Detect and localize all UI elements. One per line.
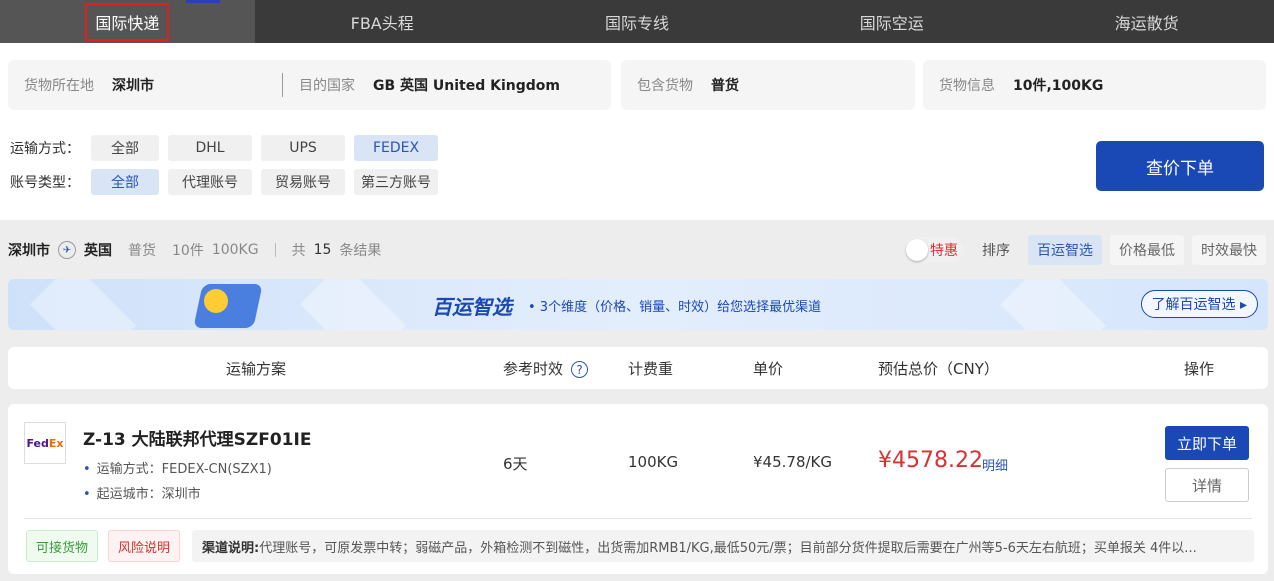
goods-panel[interactable]: 包含货物 普货 xyxy=(621,60,915,110)
destination-label: 目的国家 xyxy=(299,78,355,94)
transport-option-fedex[interactable]: FEDEX xyxy=(354,135,438,161)
query-order-button[interactable]: 查价下单 xyxy=(1096,141,1264,191)
learn-more-button[interactable]: 了解百运智选 ▸ xyxy=(1140,290,1258,318)
fedex-logo: Fed Ex xyxy=(24,422,66,464)
tab-fba[interactable]: FBA头程 xyxy=(255,0,510,43)
tab-international-line[interactable]: 国际专线 xyxy=(510,0,765,43)
tab-label: 国际快递 xyxy=(85,2,170,41)
col-total-price: 预估总价（CNY） xyxy=(878,360,999,378)
summary-pieces: 10件 xyxy=(172,243,204,259)
origin-label: 货物所在地 xyxy=(24,78,94,94)
goods-label: 包含货物 xyxy=(637,78,693,94)
divider xyxy=(24,518,1252,519)
transport-mode-text: 运输方式：FEDEX-CN(SZX1) xyxy=(96,462,272,477)
departure-city: • 起运城市：深圳市 xyxy=(83,487,201,502)
divider xyxy=(274,243,276,257)
discount-toggle[interactable]: 特惠 xyxy=(904,237,964,263)
transport-option-ups[interactable]: UPS xyxy=(261,135,345,161)
summary-total-prefix: 共 xyxy=(291,243,306,259)
tab-label: 国际专线 xyxy=(604,13,669,33)
sort-label: 排序 xyxy=(982,243,1010,259)
summary-from: 深圳市 xyxy=(8,243,50,259)
channel-note-label: 渠道说明: xyxy=(202,540,260,556)
tab-label: FBA头程 xyxy=(350,13,414,33)
channel-note: 渠道说明: 代理账号，可原发票中转；弱磁产品，外箱检测不到磁性，出货需加RMB1… xyxy=(192,530,1254,562)
goods-value: 普货 xyxy=(711,78,739,94)
summary-total: 15 xyxy=(313,242,332,258)
result-row: Fed Ex Z-13 大陆联邦代理SZF01IE • 运输方式：FEDEX-CN(… xyxy=(8,404,1268,574)
channel-note-text: 代理账号，可原发票中转；弱磁产品，外箱检测不到磁性，出货需加RMB1/KG,最低… xyxy=(259,540,1197,556)
summary-goods: 普货 xyxy=(128,243,156,259)
summary-to: 英国 xyxy=(84,243,112,259)
coin-icon xyxy=(204,289,228,313)
col-unit-price: 单价 xyxy=(753,360,784,378)
result-summary: 深圳市 ✈ 英国 普货 10件 100KG 共 15 条结果 xyxy=(8,237,381,263)
route-panel[interactable]: 货物所在地 深圳市 目的国家 GB 英国 United Kingdom xyxy=(8,60,611,110)
tab-indicator xyxy=(186,0,220,3)
tab-sea-freight[interactable]: 海运散货 xyxy=(1019,0,1274,43)
decoration xyxy=(999,279,1107,330)
decoration xyxy=(29,279,137,330)
price-detail-link[interactable]: 明细 xyxy=(982,455,1008,474)
accepted-goods-tag[interactable]: 可接货物 xyxy=(26,530,99,562)
account-label: 账号类型： xyxy=(10,175,80,191)
total-price: ¥4578.22 xyxy=(878,448,983,473)
summary-weight: 100KG xyxy=(211,242,259,258)
account-option-trade[interactable]: 贸易账号 xyxy=(261,169,345,195)
departure-city-text: 起运城市：深圳市 xyxy=(96,487,201,502)
plane-icon: ✈ xyxy=(58,241,76,259)
sort-smart[interactable]: 百运智选 xyxy=(1028,235,1102,265)
risk-note-tag[interactable]: 风险说明 xyxy=(108,530,181,562)
decoration xyxy=(299,279,407,330)
tab-international-express[interactable]: 国际快递 xyxy=(0,0,255,43)
col-time-label: 参考时效 xyxy=(503,360,564,378)
table-header: 运输方案 参考时效? 计费重 单价 预估总价（CNY） 操作 xyxy=(8,347,1268,389)
smart-select-banner: 百运智选 • 3个维度（价格、销量、时效）给您选择最优渠道 了解百运智选 ▸ xyxy=(8,279,1268,330)
summary-total-suffix: 条结果 xyxy=(339,243,382,259)
tab-air-freight[interactable]: 国际空运 xyxy=(764,0,1019,43)
account-filter: 账号类型： 全部 代理账号 贸易账号 第三方账号 xyxy=(10,169,447,195)
tab-label: 海运散货 xyxy=(1114,13,1179,33)
route-title: Z-13 大陆联邦代理SZF01IE xyxy=(83,430,312,450)
transport-option-dhl[interactable]: DHL xyxy=(168,135,252,161)
destination-value: GB 英国 United Kingdom xyxy=(373,78,560,94)
cargo-label: 货物信息 xyxy=(939,78,995,94)
account-option-agent[interactable]: 代理账号 xyxy=(168,169,252,195)
sort-bar: 特惠 排序 百运智选 价格最低 时效最快 xyxy=(904,235,1266,265)
cargo-panel[interactable]: 货物信息 10件,100KG xyxy=(923,60,1266,110)
charge-weight: 100KG xyxy=(628,453,679,471)
order-now-button[interactable]: 立即下单 xyxy=(1165,426,1249,460)
transit-time: 6天 xyxy=(503,455,528,473)
account-option-all[interactable]: 全部 xyxy=(91,169,159,195)
account-option-third-party[interactable]: 第三方账号 xyxy=(354,169,438,195)
transport-label: 运输方式： xyxy=(10,141,80,157)
sort-fastest[interactable]: 时效最快 xyxy=(1192,235,1266,265)
col-plan: 运输方案 xyxy=(226,360,287,378)
banner-title: 百运智选 xyxy=(432,295,512,319)
service-tabs: 国际快递 FBA头程 国际专线 国际空运 海运散货 xyxy=(0,0,1274,43)
col-time: 参考时效? xyxy=(503,358,589,379)
col-weight: 计费重 xyxy=(628,360,674,378)
transport-option-all[interactable]: 全部 xyxy=(91,135,159,161)
unit-price: ¥45.78/KG xyxy=(753,453,832,471)
transport-mode: • 运输方式：FEDEX-CN(SZX1) xyxy=(83,462,272,477)
details-button[interactable]: 详情 xyxy=(1165,468,1249,502)
transport-filter: 运输方式： 全部 DHL UPS FEDEX xyxy=(10,135,447,161)
divider xyxy=(282,73,283,97)
sort-lowest-price[interactable]: 价格最低 xyxy=(1110,235,1184,265)
help-icon[interactable]: ? xyxy=(571,361,589,378)
tab-label: 国际空运 xyxy=(859,13,924,33)
toggle-knob xyxy=(906,239,928,261)
cargo-value: 10件,100KG xyxy=(1013,78,1104,94)
puzzle-illustration-icon xyxy=(193,284,263,328)
col-action: 操作 xyxy=(1184,360,1215,378)
discount-label: 特惠 xyxy=(930,243,958,259)
banner-description: • 3个维度（价格、销量、时效）给您选择最优渠道 xyxy=(528,300,822,315)
origin-value: 深圳市 xyxy=(112,78,154,94)
